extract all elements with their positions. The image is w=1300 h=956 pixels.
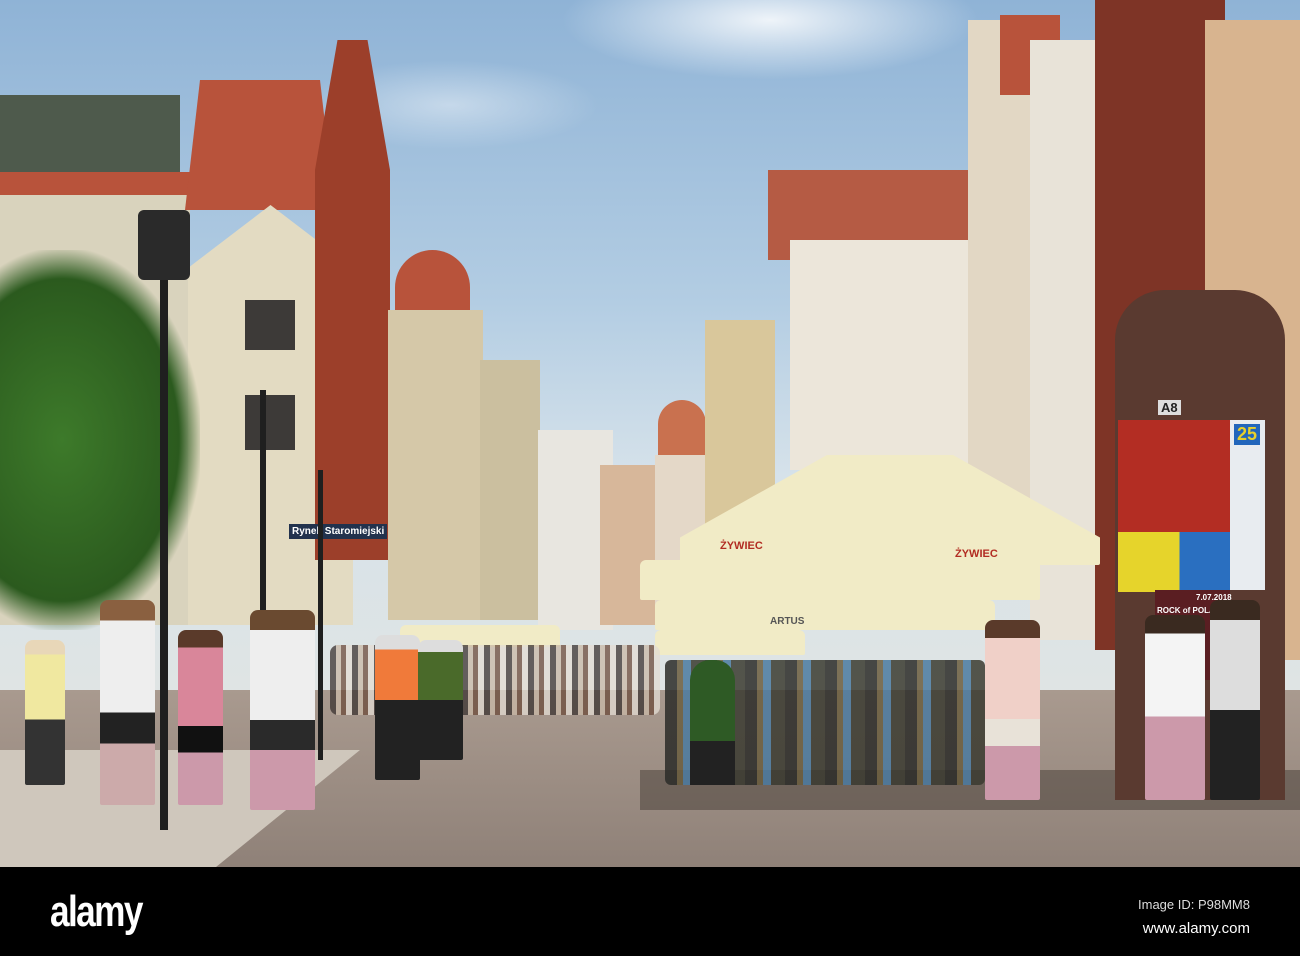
building	[790, 240, 970, 470]
street-lamp	[318, 470, 323, 760]
cafe-umbrella	[640, 560, 1040, 600]
cyclist	[375, 635, 420, 780]
pedestrian	[1210, 600, 1260, 800]
kiosk-number: A8	[1158, 400, 1181, 415]
website-url: www.alamy.com	[1142, 920, 1250, 937]
restaurant-sign: ARTUS	[770, 616, 805, 627]
pedestrian	[25, 640, 65, 785]
pedestrian	[1145, 615, 1205, 800]
pedestrian	[985, 620, 1040, 800]
planter	[690, 660, 735, 785]
poster-number: 25	[1234, 424, 1261, 445]
image-id: Image ID: P98MM8	[1138, 897, 1250, 912]
street-lamp	[160, 260, 168, 830]
dome-roof	[395, 250, 470, 315]
umbrella-brand-text-2: ŻYWIEC	[955, 548, 998, 560]
building	[388, 310, 483, 620]
pedestrian	[250, 610, 315, 810]
alamy-logo: alamy	[50, 887, 143, 936]
pedestrian	[178, 630, 223, 805]
building	[480, 360, 540, 620]
pedestrian	[100, 600, 155, 805]
street-sign: Rynek Staromiejski	[289, 524, 388, 539]
poster-violinist	[1118, 532, 1230, 592]
poster-blue	[1230, 420, 1265, 590]
cafe-umbrella	[655, 630, 805, 655]
street-photo: ŻYWIEC ŻYWIEC ARTUS Rynek Staromiejski A…	[0, 0, 1300, 867]
umbrella-brand-text: ŻYWIEC	[720, 540, 763, 552]
cafe-umbrella	[655, 600, 995, 630]
lamp-head	[138, 210, 190, 280]
roof	[185, 80, 335, 210]
poster-red	[1118, 420, 1230, 532]
cloud	[560, 0, 980, 80]
tree	[0, 250, 200, 630]
cyclist	[418, 640, 463, 760]
watermark-footer: alamy Image ID: P98MM8 www.alamy.com	[0, 867, 1300, 956]
brick-tower	[315, 40, 390, 560]
distant-dome	[658, 400, 706, 460]
building	[600, 465, 655, 625]
